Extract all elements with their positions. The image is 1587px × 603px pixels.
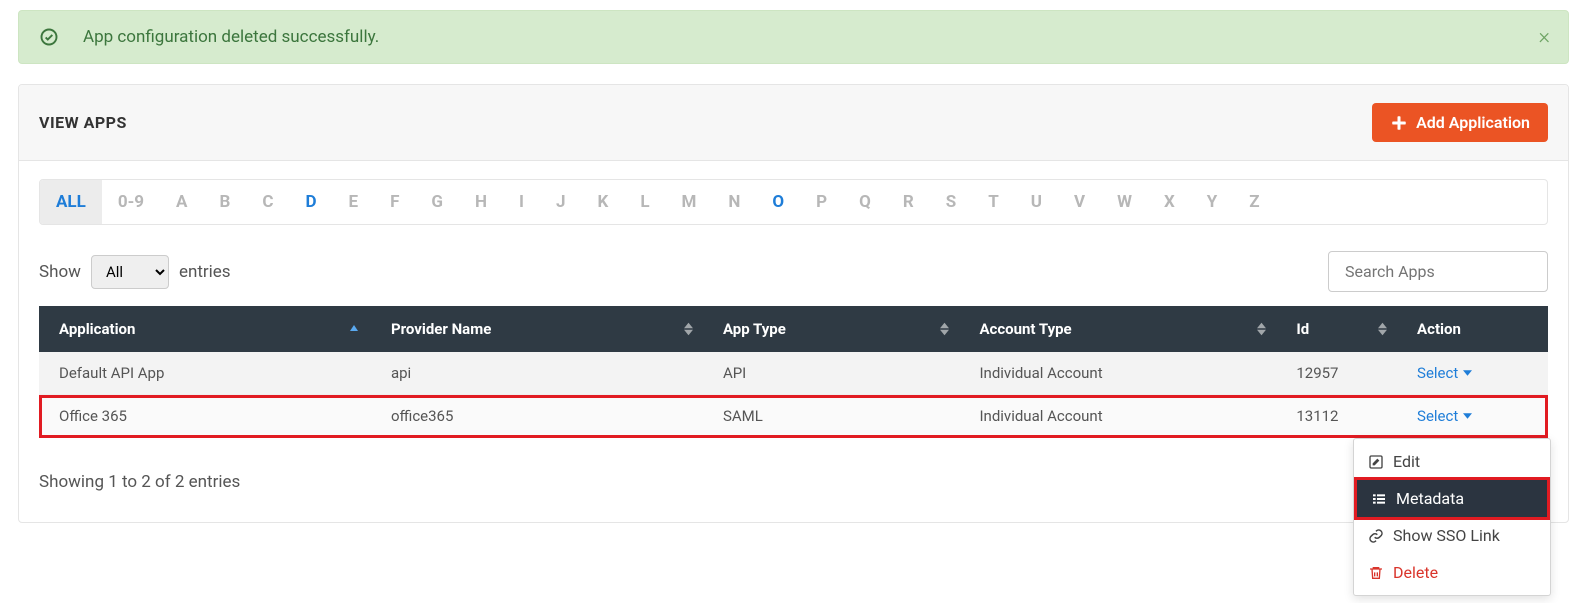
show-label: Show (39, 262, 81, 282)
alpha-filter-t[interactable]: T (972, 180, 1015, 224)
plus-icon (1390, 114, 1408, 132)
link-icon (1368, 528, 1384, 544)
sort-icon (1257, 323, 1266, 336)
cell-action: Select (1397, 395, 1548, 438)
dropdown-delete[interactable]: Delete (1354, 554, 1550, 591)
search-input[interactable] (1328, 251, 1548, 292)
sort-icon (940, 323, 949, 336)
alpha-filter-p[interactable]: P (800, 180, 843, 224)
panel-header: VIEW APPS Add Application (19, 85, 1568, 161)
table-row: Office 365office365SAMLIndividual Accoun… (39, 395, 1548, 438)
list-icon (1371, 491, 1387, 507)
cell-provider: api (371, 352, 703, 395)
table-controls: Show All entries (39, 251, 1548, 292)
alpha-filter-x[interactable]: X (1148, 180, 1191, 224)
alpha-filter-f[interactable]: F (374, 180, 415, 224)
cell-id: 12957 (1276, 352, 1397, 395)
trash-icon (1368, 565, 1384, 581)
caret-down-icon (1463, 370, 1472, 376)
dropdown-metadata[interactable]: Metadata (1357, 480, 1547, 517)
sort-asc-icon (349, 320, 359, 338)
alert-message: App configuration deleted successfully. (83, 27, 379, 47)
caret-down-icon (1463, 413, 1472, 419)
panel-body: ALL0-9ABCDEFGHIJKLMNOPQRSTUVWXYZ Show Al… (19, 161, 1568, 522)
entries-select[interactable]: All (91, 255, 169, 289)
alpha-filter-u[interactable]: U (1015, 180, 1058, 224)
cell-action: Select (1397, 352, 1548, 395)
cell-provider: office365 (371, 395, 703, 438)
alpha-filter-q[interactable]: Q (843, 180, 887, 224)
success-alert: App configuration deleted successfully. … (18, 10, 1569, 64)
alpha-filter-y[interactable]: Y (1191, 180, 1234, 224)
panel-title: VIEW APPS (39, 113, 127, 132)
cell-account_type: Individual Account (959, 395, 1276, 438)
sort-icon (684, 323, 693, 336)
col-apptype[interactable]: App Type (703, 306, 960, 352)
cell-app_type: SAML (703, 395, 960, 438)
select-action-link[interactable]: Select (1417, 407, 1472, 425)
check-circle-icon (39, 27, 59, 47)
cell-application: Office 365 (39, 395, 371, 438)
alpha-filter-bar: ALL0-9ABCDEFGHIJKLMNOPQRSTUVWXYZ (39, 179, 1548, 225)
sort-icon (1378, 323, 1387, 336)
dropdown-show-sso[interactable]: Show SSO Link (1354, 517, 1550, 554)
alpha-filter-z[interactable]: Z (1233, 180, 1275, 224)
add-application-button[interactable]: Add Application (1372, 103, 1548, 142)
cell-account_type: Individual Account (959, 352, 1276, 395)
col-account[interactable]: Account Type (959, 306, 1276, 352)
alpha-filter-0-9[interactable]: 0-9 (102, 180, 160, 224)
cell-id: 13112 (1276, 395, 1397, 438)
entries-control: Show All entries (39, 255, 231, 289)
select-action-link[interactable]: Select (1417, 364, 1472, 382)
add-application-label: Add Application (1416, 113, 1530, 132)
action-dropdown: Edit Metadata Show SSO Link Delete (1353, 438, 1551, 596)
view-apps-panel: VIEW APPS Add Application ALL0-9ABCDEFGH… (18, 84, 1569, 523)
alpha-filter-k[interactable]: K (582, 180, 625, 224)
alpha-filter-g[interactable]: G (415, 180, 459, 224)
alpha-filter-r[interactable]: R (887, 180, 930, 224)
alpha-filter-s[interactable]: S (930, 180, 972, 224)
alpha-filter-n[interactable]: N (712, 180, 756, 224)
alpha-filter-m[interactable]: M (666, 180, 713, 224)
cell-application: Default API App (39, 352, 371, 395)
col-provider[interactable]: Provider Name (371, 306, 703, 352)
col-id[interactable]: Id (1276, 306, 1397, 352)
table-body: Default API AppapiAPIIndividual Account1… (39, 352, 1548, 438)
alpha-filter-l[interactable]: L (624, 180, 665, 224)
alpha-filter-h[interactable]: H (459, 180, 503, 224)
alpha-filter-w[interactable]: W (1101, 180, 1148, 224)
table-footer: Showing 1 to 2 of 2 entries First Previ (39, 462, 1548, 502)
apps-table: Application Provider Name App Type Accou… (39, 306, 1548, 438)
alpha-filter-j[interactable]: J (540, 180, 582, 224)
alpha-filter-b[interactable]: B (203, 180, 246, 224)
alpha-filter-v[interactable]: V (1058, 180, 1101, 224)
alpha-filter-i[interactable]: I (503, 180, 540, 224)
col-application[interactable]: Application (39, 306, 371, 352)
alpha-filter-a[interactable]: A (160, 180, 203, 224)
alert-close-button[interactable]: × (1538, 25, 1550, 50)
cell-app_type: API (703, 352, 960, 395)
alpha-filter-all[interactable]: ALL (40, 180, 102, 224)
alpha-filter-c[interactable]: C (246, 180, 289, 224)
edit-icon (1368, 454, 1384, 470)
table-info: Showing 1 to 2 of 2 entries (39, 472, 240, 492)
alpha-filter-o[interactable]: O (756, 180, 800, 224)
table-row: Default API AppapiAPIIndividual Account1… (39, 352, 1548, 395)
alpha-filter-e[interactable]: E (333, 180, 375, 224)
entries-label: entries (179, 262, 231, 282)
alpha-filter-d[interactable]: D (289, 180, 332, 224)
dropdown-edit[interactable]: Edit (1354, 443, 1550, 480)
table-header-row: Application Provider Name App Type Accou… (39, 306, 1548, 352)
col-action: Action (1397, 306, 1548, 352)
